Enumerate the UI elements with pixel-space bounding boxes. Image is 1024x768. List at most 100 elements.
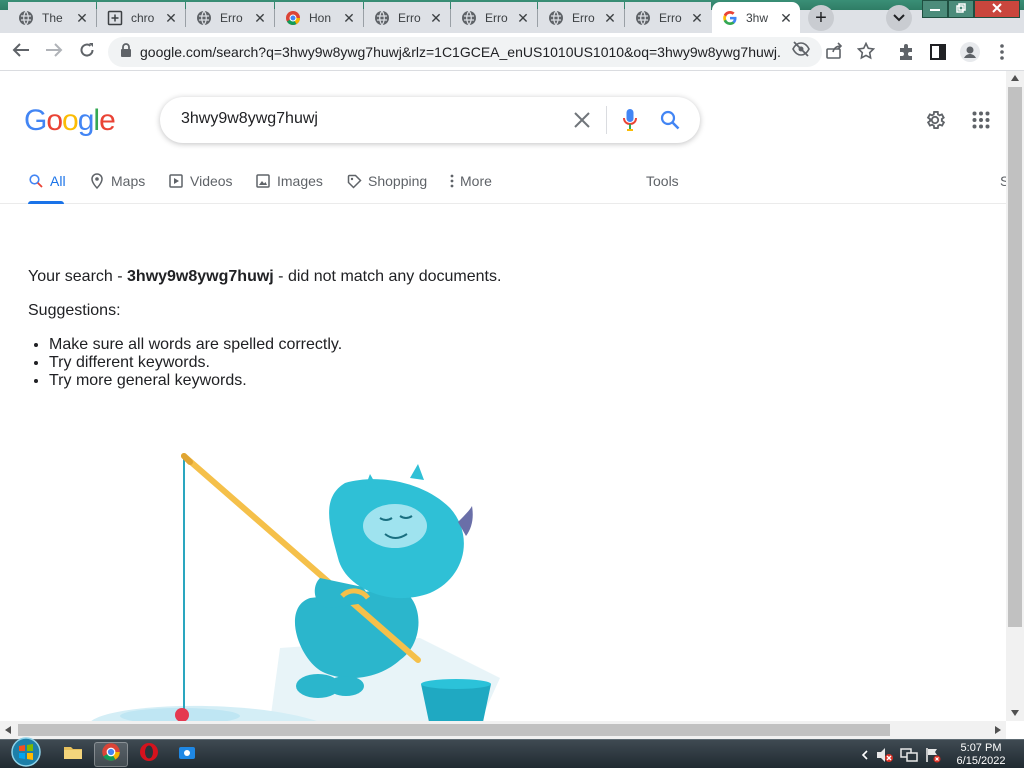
forward-button[interactable] (42, 40, 66, 64)
search-tabs: All Maps Videos Images Shopping More Too… (0, 165, 1009, 204)
close-tab-icon[interactable]: ✕ (341, 10, 357, 26)
close-tab-icon[interactable]: ✕ (602, 10, 618, 26)
plus-box-icon (107, 10, 123, 26)
tracking-blocked-icon[interactable] (792, 40, 810, 58)
start-button[interactable] (6, 736, 46, 768)
search-divider (606, 106, 607, 134)
close-tab-icon[interactable]: ✕ (428, 10, 444, 26)
globe-icon (548, 10, 564, 26)
google-logo[interactable]: Google (24, 104, 116, 138)
tab-1[interactable]: The ✕ (8, 2, 96, 33)
action-center-flag-icon[interactable] (924, 746, 942, 764)
minimize-button[interactable] (922, 0, 948, 18)
tab-more[interactable]: More (448, 172, 492, 190)
tab-title: Erro (659, 10, 682, 25)
scroll-right-icon[interactable] (995, 726, 1001, 736)
tab-title: Hon (309, 10, 332, 25)
close-tab-icon[interactable]: ✕ (252, 10, 268, 26)
clock-time: 5:07 PM (960, 742, 1002, 754)
side-panel-icon[interactable] (928, 42, 948, 62)
reload-button[interactable] (75, 40, 99, 64)
chrome-menu-icon[interactable] (992, 42, 1012, 62)
chrome-icon (101, 742, 121, 767)
close-icon (992, 2, 1002, 16)
close-tab-icon[interactable]: ✕ (778, 10, 794, 26)
tab-4[interactable]: Hon ✕ (275, 2, 363, 33)
tab-maps[interactable]: Maps (89, 172, 145, 190)
tab-shopping[interactable]: Shopping (346, 172, 427, 190)
logo-letter: o (46, 104, 63, 137)
reload-icon (79, 42, 95, 63)
close-tab-icon[interactable]: ✕ (163, 10, 179, 26)
taskbar-opera[interactable] (132, 742, 166, 767)
tab-2[interactable]: chro ✕ (97, 2, 185, 33)
globe-icon (196, 10, 212, 26)
restore-icon (956, 2, 966, 16)
arrow-right-icon (45, 42, 63, 63)
search-icon (28, 173, 44, 189)
tools-button[interactable]: Tools (646, 172, 679, 190)
search-input[interactable]: 3hwy9w8ywg7huwj (181, 110, 318, 128)
close-window-button[interactable] (974, 0, 1020, 18)
maximize-button[interactable] (948, 0, 974, 18)
logo-letter: o (62, 104, 79, 137)
vertical-scrollbar[interactable] (1006, 71, 1024, 721)
taskbar-app[interactable] (170, 742, 204, 767)
bookmark-star-icon[interactable] (856, 41, 876, 61)
globe-icon (18, 10, 34, 26)
tab-label: More (460, 173, 492, 189)
vertical-scroll-thumb[interactable] (1008, 87, 1022, 627)
microphone-icon[interactable] (618, 108, 642, 132)
list-item: Try more general keywords. (49, 372, 342, 390)
tab-title: The (42, 10, 63, 25)
close-tab-icon[interactable]: ✕ (74, 10, 90, 26)
tab-8[interactable]: Erro ✕ (625, 2, 711, 33)
extensions-puzzle-icon[interactable] (896, 42, 916, 62)
settings-gear-icon[interactable] (923, 108, 947, 132)
tab-videos[interactable]: Videos (168, 172, 233, 190)
profile-avatar-icon[interactable] (960, 42, 980, 62)
message-suffix: - did not match any documents. (273, 268, 502, 285)
tab-9-active[interactable]: 3hw ✕ (712, 2, 800, 33)
horizontal-scrollbar[interactable] (0, 721, 1006, 739)
back-button[interactable] (9, 40, 33, 64)
tray-expand-icon[interactable] (856, 746, 874, 764)
volume-muted-icon[interactable] (876, 746, 894, 764)
play-icon (168, 173, 184, 189)
lock-icon (120, 42, 132, 62)
tab-7[interactable]: Erro ✕ (538, 2, 624, 33)
new-tab-button[interactable]: + (808, 5, 834, 31)
search-icon[interactable] (658, 108, 682, 132)
clock-date: 6/15/2022 (956, 755, 1006, 767)
map-pin-icon (89, 173, 105, 189)
opera-icon (139, 742, 159, 767)
tab-search-button[interactable] (886, 5, 912, 31)
scroll-up-icon[interactable] (1011, 74, 1019, 83)
tab-6[interactable]: Erro ✕ (451, 2, 537, 33)
close-tab-icon[interactable]: ✕ (515, 10, 531, 26)
tab-3[interactable]: Erro ✕ (186, 2, 274, 33)
taskbar-file-explorer[interactable] (56, 742, 90, 767)
tab-title: Erro (220, 10, 243, 25)
taskbar-chrome[interactable] (94, 742, 128, 767)
network-icon[interactable] (900, 746, 918, 764)
clear-search-icon[interactable] (570, 108, 594, 132)
tab-all[interactable]: All (28, 172, 66, 190)
tab-images[interactable]: Images (255, 172, 323, 190)
image-icon (255, 173, 271, 189)
address-bar[interactable]: google.com/search?q=3hwy9w8ywg7huwj&rlz=… (108, 37, 822, 67)
active-tab-indicator (28, 201, 64, 204)
scroll-left-icon[interactable] (5, 726, 11, 736)
share-icon[interactable] (824, 41, 844, 61)
tab-title: 3hw (746, 10, 769, 25)
logo-letter: e (99, 104, 116, 137)
close-tab-icon[interactable]: ✕ (689, 10, 705, 26)
search-box[interactable]: 3hwy9w8ywg7huwj (160, 97, 700, 143)
minimize-icon (930, 3, 940, 15)
scroll-down-icon[interactable] (1011, 709, 1019, 718)
system-clock[interactable]: 5:07 PM 6/15/2022 (950, 742, 1012, 768)
suggestions-list: Make sure all words are spelled correctl… (49, 336, 342, 390)
horizontal-scroll-thumb[interactable] (18, 724, 890, 736)
tab-5[interactable]: Erro ✕ (364, 2, 450, 33)
google-apps-icon[interactable] (969, 108, 993, 132)
